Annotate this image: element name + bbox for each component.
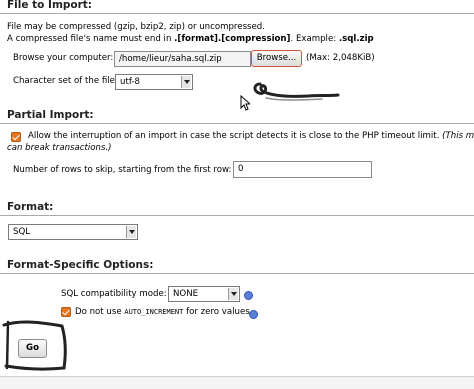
go-button[interactable]: Go xyxy=(18,339,47,358)
max-size-label: (Max: 2,048KiB) xyxy=(306,53,375,63)
help-icon[interactable] xyxy=(249,310,258,319)
format-select[interactable]: SQL xyxy=(8,224,138,240)
help-icon[interactable] xyxy=(244,291,253,300)
allow-interrupt-text: Allow the interruption of an import in c… xyxy=(28,131,440,141)
name-note: A compressed file's name must end in .[f… xyxy=(7,34,374,44)
file-import-title: File to Import: xyxy=(7,0,93,11)
charset-value: utf-8 xyxy=(120,77,140,87)
compat-label: SQL compatibility mode: xyxy=(61,289,167,299)
charset-select[interactable]: utf-8 xyxy=(115,74,193,90)
compress-note: File may be compressed (gzip, bzip2, zip… xyxy=(7,22,265,32)
chevron-down-icon xyxy=(181,76,191,88)
compat-select[interactable]: NONE xyxy=(168,286,240,302)
section-divider xyxy=(0,273,474,274)
skip-rows-label: Number of rows to skip, starting from th… xyxy=(13,165,232,175)
section-divider xyxy=(0,123,474,124)
allow-interrupt-checkbox[interactable] xyxy=(11,132,21,142)
auto-increment-checkbox[interactable] xyxy=(61,307,71,317)
format-value: SQL xyxy=(13,227,31,237)
auto-inc-prefix: Do not use xyxy=(75,307,125,317)
name-note-prefix: A compressed file's name must end in xyxy=(7,34,175,44)
auto-inc-suffix: for zero values xyxy=(183,307,250,317)
format-options-title: Format-Specific Options: xyxy=(7,259,154,271)
section-divider xyxy=(0,215,474,216)
footer-area xyxy=(0,377,474,389)
auto-inc-code: AUTO_INCREMENT xyxy=(124,308,184,316)
name-note-format: .[format].[compression] xyxy=(174,34,291,44)
allow-interrupt-note: (This mig xyxy=(442,131,474,141)
format-title: Format: xyxy=(7,201,54,213)
mouse-cursor-icon xyxy=(240,95,250,111)
allow-interrupt-label: Allow the interruption of an import in c… xyxy=(28,131,474,141)
file-path-field[interactable]: /home/lieur/saha.sql.zip xyxy=(114,51,251,67)
auto-increment-label: Do not use AUTO_INCREMENT for zero value… xyxy=(75,307,250,317)
partial-import-title: Partial Import: xyxy=(7,109,94,121)
scribble-annotation xyxy=(253,82,340,101)
browse-button[interactable]: Browse... xyxy=(251,50,302,67)
skip-rows-input[interactable]: 0 xyxy=(233,161,372,178)
name-note-ext: .sql.zip xyxy=(338,34,374,44)
compat-value: NONE xyxy=(173,289,199,299)
browse-label: Browse your computer: xyxy=(13,53,114,63)
section-divider xyxy=(0,13,474,14)
allow-interrupt-note-line2: can break transactions.) xyxy=(7,143,112,153)
chevron-down-icon xyxy=(126,226,136,238)
chevron-down-icon xyxy=(228,288,238,300)
name-note-example: . Example: xyxy=(290,34,339,44)
charset-label: Character set of the file: xyxy=(13,76,118,86)
